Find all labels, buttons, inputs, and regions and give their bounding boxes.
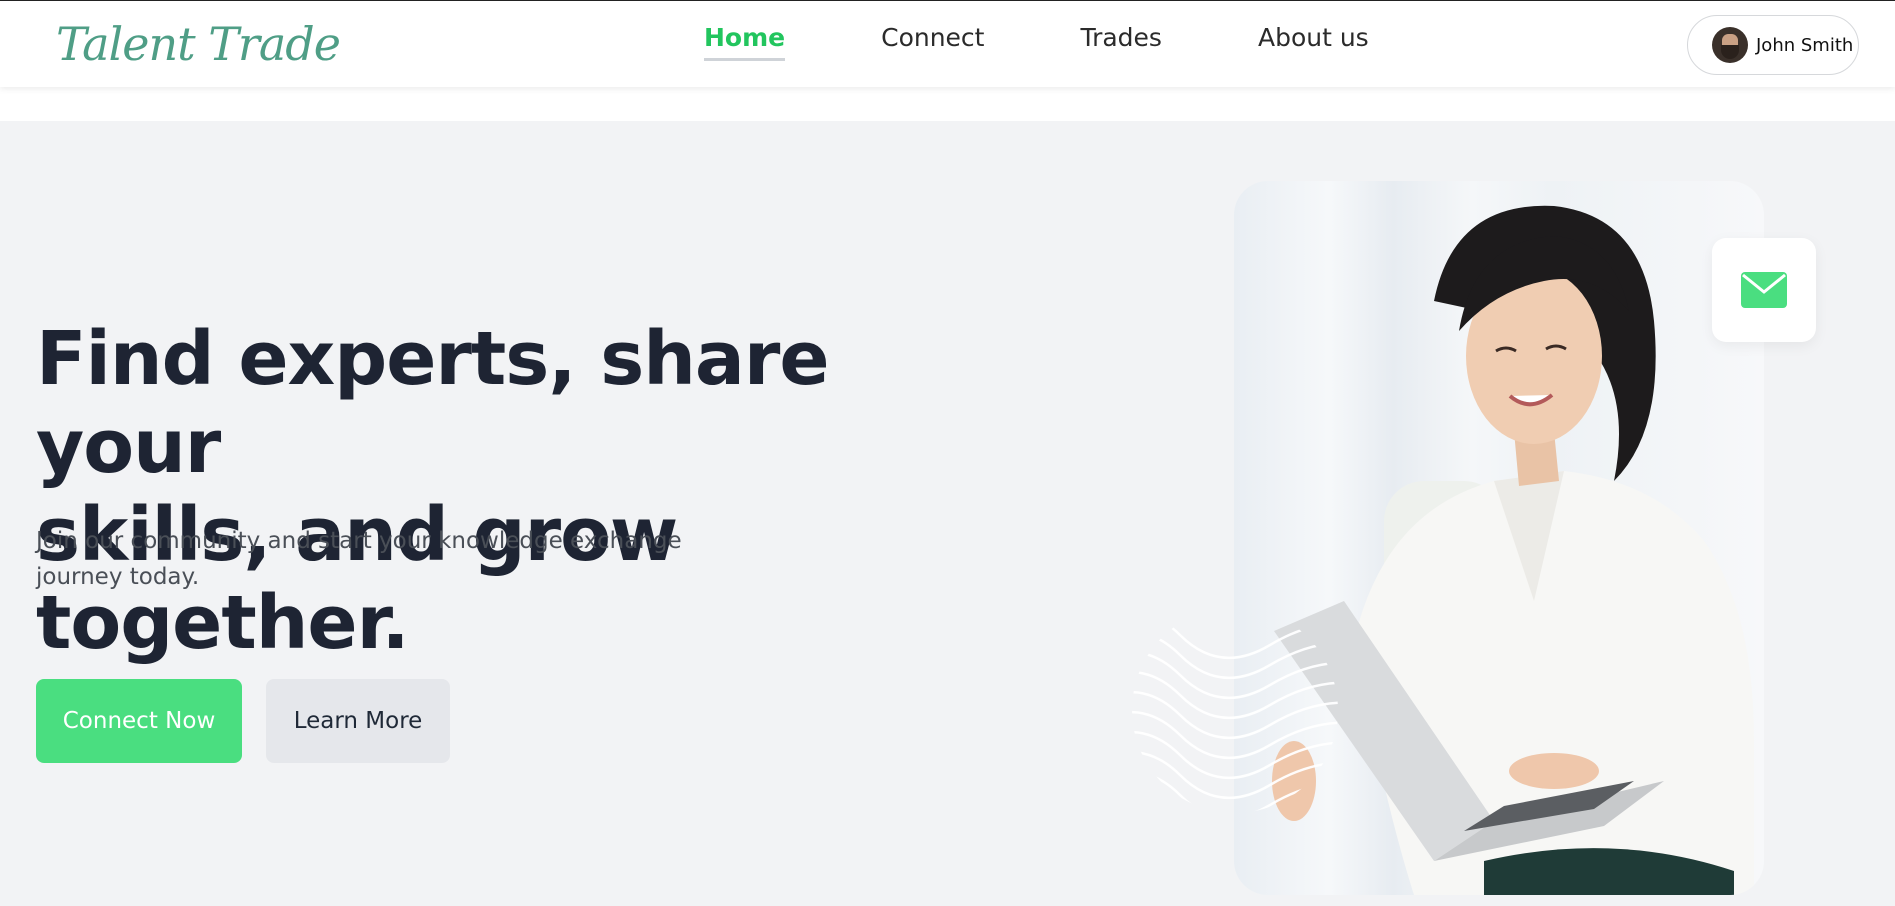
user-menu-button[interactable]: John Smith xyxy=(1687,15,1859,75)
nav-about-us[interactable]: About us xyxy=(1258,23,1369,61)
site-header: Talent Trade Home Connect Trades About u… xyxy=(0,0,1895,87)
connect-now-button[interactable]: Connect Now xyxy=(36,679,242,763)
hero-title-line-1: Find experts, share your xyxy=(36,316,830,490)
user-name: John Smith xyxy=(1756,34,1854,56)
brand-logo[interactable]: Talent Trade xyxy=(52,13,341,75)
wave-lines-icon xyxy=(1132,610,1338,813)
main-nav: Home Connect Trades About us xyxy=(704,23,1465,61)
nav-connect[interactable]: Connect xyxy=(881,23,984,61)
envelope-icon xyxy=(1741,272,1787,308)
user-avatar xyxy=(1712,27,1748,63)
header-spacer xyxy=(0,87,1895,121)
hero-title: Find experts, share your skills, and gro… xyxy=(36,315,936,667)
brand-name: Talent Trade xyxy=(56,17,341,71)
nav-trades[interactable]: Trades xyxy=(1080,23,1161,61)
learn-more-button[interactable]: Learn More xyxy=(266,679,450,763)
hero-subtitle: Join our community and start your knowle… xyxy=(36,528,682,590)
mail-card[interactable] xyxy=(1712,238,1816,342)
nav-home[interactable]: Home xyxy=(704,23,786,61)
